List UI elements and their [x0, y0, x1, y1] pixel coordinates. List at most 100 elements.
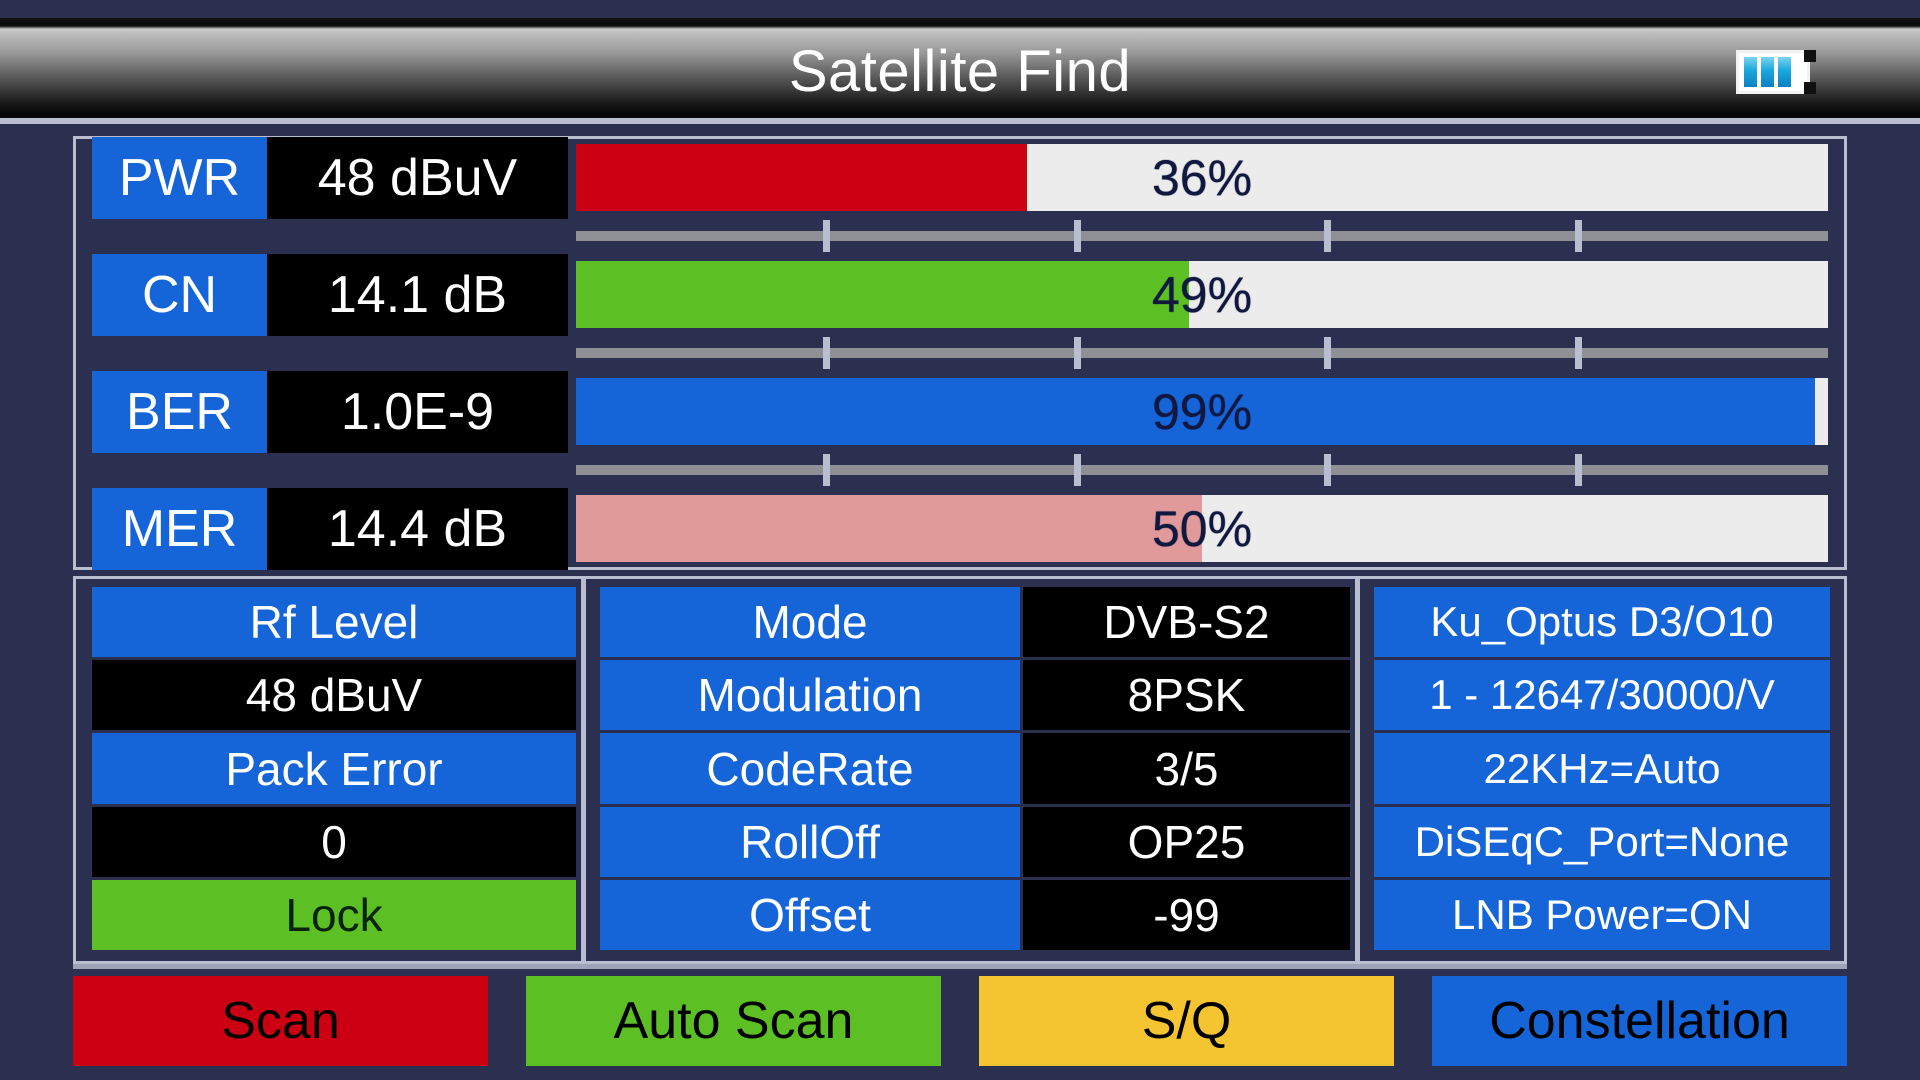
tuner-column: Ku_Optus D3/O10 1 - 12647/30000/V 22KHz=Au… — [1364, 579, 1844, 961]
meter-row-pwr: PWR 48 dBuV 36% — [76, 136, 1844, 219]
lock-status-badge: Lock — [92, 879, 576, 951]
meter-bar-cn: 49% — [576, 261, 1828, 328]
meter-separator-2 — [76, 333, 1844, 373]
auto-scan-button-label: Auto Scan — [613, 992, 854, 1050]
tuner-diseqc-port: DiSEqC_Port=None — [1374, 806, 1830, 877]
meter-bar-container-cn: 49% — [576, 256, 1844, 333]
meter-separator-right — [576, 220, 1844, 252]
meter-row-mer: MER 14.4 dB 50% — [76, 487, 1844, 570]
meter-bar-container-ber: 99% — [576, 373, 1844, 450]
title-bar: Satellite Find — [0, 22, 1920, 122]
meter-label-mer: MER — [92, 487, 267, 570]
meter-readout-cn: CN 14.1 dB — [76, 253, 576, 336]
meter-bar-ber: 99% — [576, 378, 1828, 445]
meter-scale-tick-2 — [1073, 454, 1081, 486]
signal-row-modulation: Modulation 8PSK — [600, 660, 1350, 731]
meter-scale-ticks — [576, 337, 1828, 369]
meter-rows: PWR 48 dBuV 36% CN 14.1 dB 49% BER 1.0E-9 99% MER… — [76, 136, 1844, 570]
meter-bar-container-mer: 50% — [576, 490, 1844, 567]
battery-icon — [1736, 50, 1816, 94]
meter-scale-tick-4 — [1574, 454, 1582, 486]
button-bar: Scan Auto Scan S/Q Constellation — [73, 976, 1847, 1066]
meter-row-ber: BER 1.0E-9 99% — [76, 370, 1844, 453]
tuner-transponder: 1 - 12647/30000/V — [1374, 660, 1830, 731]
meter-scale-tick-1 — [823, 220, 831, 252]
meter-value-mer: 14.4 dB — [267, 487, 568, 570]
meter-bar-container-pwr: 36% — [576, 139, 1844, 216]
signal-row-coderate: CodeRate 3/5 — [600, 733, 1350, 804]
sq-button-label: S/Q — [1141, 992, 1232, 1050]
meter-percent-mer: 50% — [1151, 500, 1253, 557]
scan-button[interactable]: Scan — [73, 976, 488, 1066]
meter-scale-line — [576, 465, 1828, 475]
battery-cell-2 — [1761, 57, 1774, 87]
meter-scale-line — [576, 348, 1828, 358]
meter-scale-tick-2 — [1073, 337, 1081, 369]
pack-error-value: 0 — [92, 806, 576, 877]
column-divider-2 — [1350, 579, 1364, 961]
battery-cell-3 — [1778, 57, 1791, 87]
meter-value-ber: 1.0E-9 — [267, 370, 568, 453]
signal-row-mode: Mode DVB-S2 — [600, 587, 1350, 658]
battery-cell-1 — [1744, 57, 1757, 87]
body-area: PWR 48 dBuV 36% CN 14.1 dB 49% BER 1.0E-9 99% MER… — [0, 124, 1920, 1080]
meter-scale-tick-4 — [1574, 220, 1582, 252]
column-divider-1 — [576, 579, 590, 961]
page-title: Satellite Find — [788, 39, 1132, 104]
meter-readout-mer: MER 14.4 dB — [76, 487, 576, 570]
meter-bar-mer: 50% — [576, 495, 1828, 562]
meter-scale-line — [576, 231, 1828, 241]
meter-label-pwr: PWR — [92, 136, 267, 219]
status-column: Rf Level 48 dBuV Pack Error 0 Lock — [76, 579, 576, 961]
meter-scale-tick-3 — [1324, 337, 1332, 369]
button-bar-top-line — [73, 964, 1847, 969]
signal-key-modulation: Modulation — [600, 660, 1020, 731]
meter-scale-ticks — [576, 454, 1828, 486]
meter-separator-3 — [76, 450, 1844, 490]
meter-scale-tick-4 — [1574, 337, 1582, 369]
tuner-lnb-power: LNB Power=ON — [1374, 879, 1830, 951]
constellation-button[interactable]: Constellation — [1432, 976, 1847, 1066]
signal-value-offset: -99 — [1023, 879, 1350, 951]
meter-percent-ber: 99% — [1151, 383, 1253, 440]
battery-terminal-bottom — [1804, 82, 1816, 94]
rf-level-value: 48 dBuV — [92, 660, 576, 731]
signal-row-rolloff: RollOff OP25 — [600, 806, 1350, 877]
scan-button-label: Scan — [221, 992, 340, 1050]
satellite-find-screen: Satellite Find PWR 48 dBuV 36% CN 14.1 dB 49%… — [0, 0, 1920, 1080]
pack-error-label: Pack Error — [92, 733, 576, 804]
top-strip — [0, 0, 1920, 22]
signal-value-modulation: 8PSK — [1023, 660, 1350, 731]
meter-separator-1 — [76, 216, 1844, 256]
meter-panel: PWR 48 dBuV 36% CN 14.1 dB 49% BER 1.0E-9 99% MER… — [73, 136, 1847, 570]
signal-key-offset: Offset — [600, 879, 1020, 951]
meter-percent-pwr: 36% — [1151, 149, 1253, 206]
signal-value-mode: DVB-S2 — [1023, 587, 1350, 658]
meter-row-cn: CN 14.1 dB 49% — [76, 253, 1844, 336]
meter-scale-tick-3 — [1324, 220, 1332, 252]
auto-scan-button[interactable]: Auto Scan — [526, 976, 941, 1066]
meter-readout-ber: BER 1.0E-9 — [76, 370, 576, 453]
meter-scale-tick-3 — [1324, 454, 1332, 486]
info-panel: Rf Level 48 dBuV Pack Error 0 Lock Mode D… — [73, 576, 1847, 964]
sq-button[interactable]: S/Q — [979, 976, 1394, 1066]
signal-key-mode: Mode — [600, 587, 1020, 658]
signal-value-coderate: 3/5 — [1023, 733, 1350, 804]
meter-scale-tick-1 — [823, 337, 831, 369]
signal-row-offset: Offset -99 — [600, 879, 1350, 951]
meter-scale-tick-2 — [1073, 220, 1081, 252]
meter-scale-ticks — [576, 220, 1828, 252]
constellation-button-label: Constellation — [1489, 992, 1790, 1050]
battery-terminal-top — [1804, 50, 1816, 62]
meter-scale-tick-1 — [823, 454, 831, 486]
meter-value-cn: 14.1 dB — [267, 253, 568, 336]
meter-label-ber: BER — [92, 370, 267, 453]
rf-level-label: Rf Level — [92, 587, 576, 658]
meter-label-cn: CN — [92, 253, 267, 336]
meter-value-pwr: 48 dBuV — [267, 136, 568, 219]
signal-key-rolloff: RollOff — [600, 806, 1020, 877]
meter-readout-pwr: PWR 48 dBuV — [76, 136, 576, 219]
meter-percent-cn: 49% — [1151, 266, 1253, 323]
tuner-tone-22khz: 22KHz=Auto — [1374, 733, 1830, 804]
signal-key-coderate: CodeRate — [600, 733, 1020, 804]
